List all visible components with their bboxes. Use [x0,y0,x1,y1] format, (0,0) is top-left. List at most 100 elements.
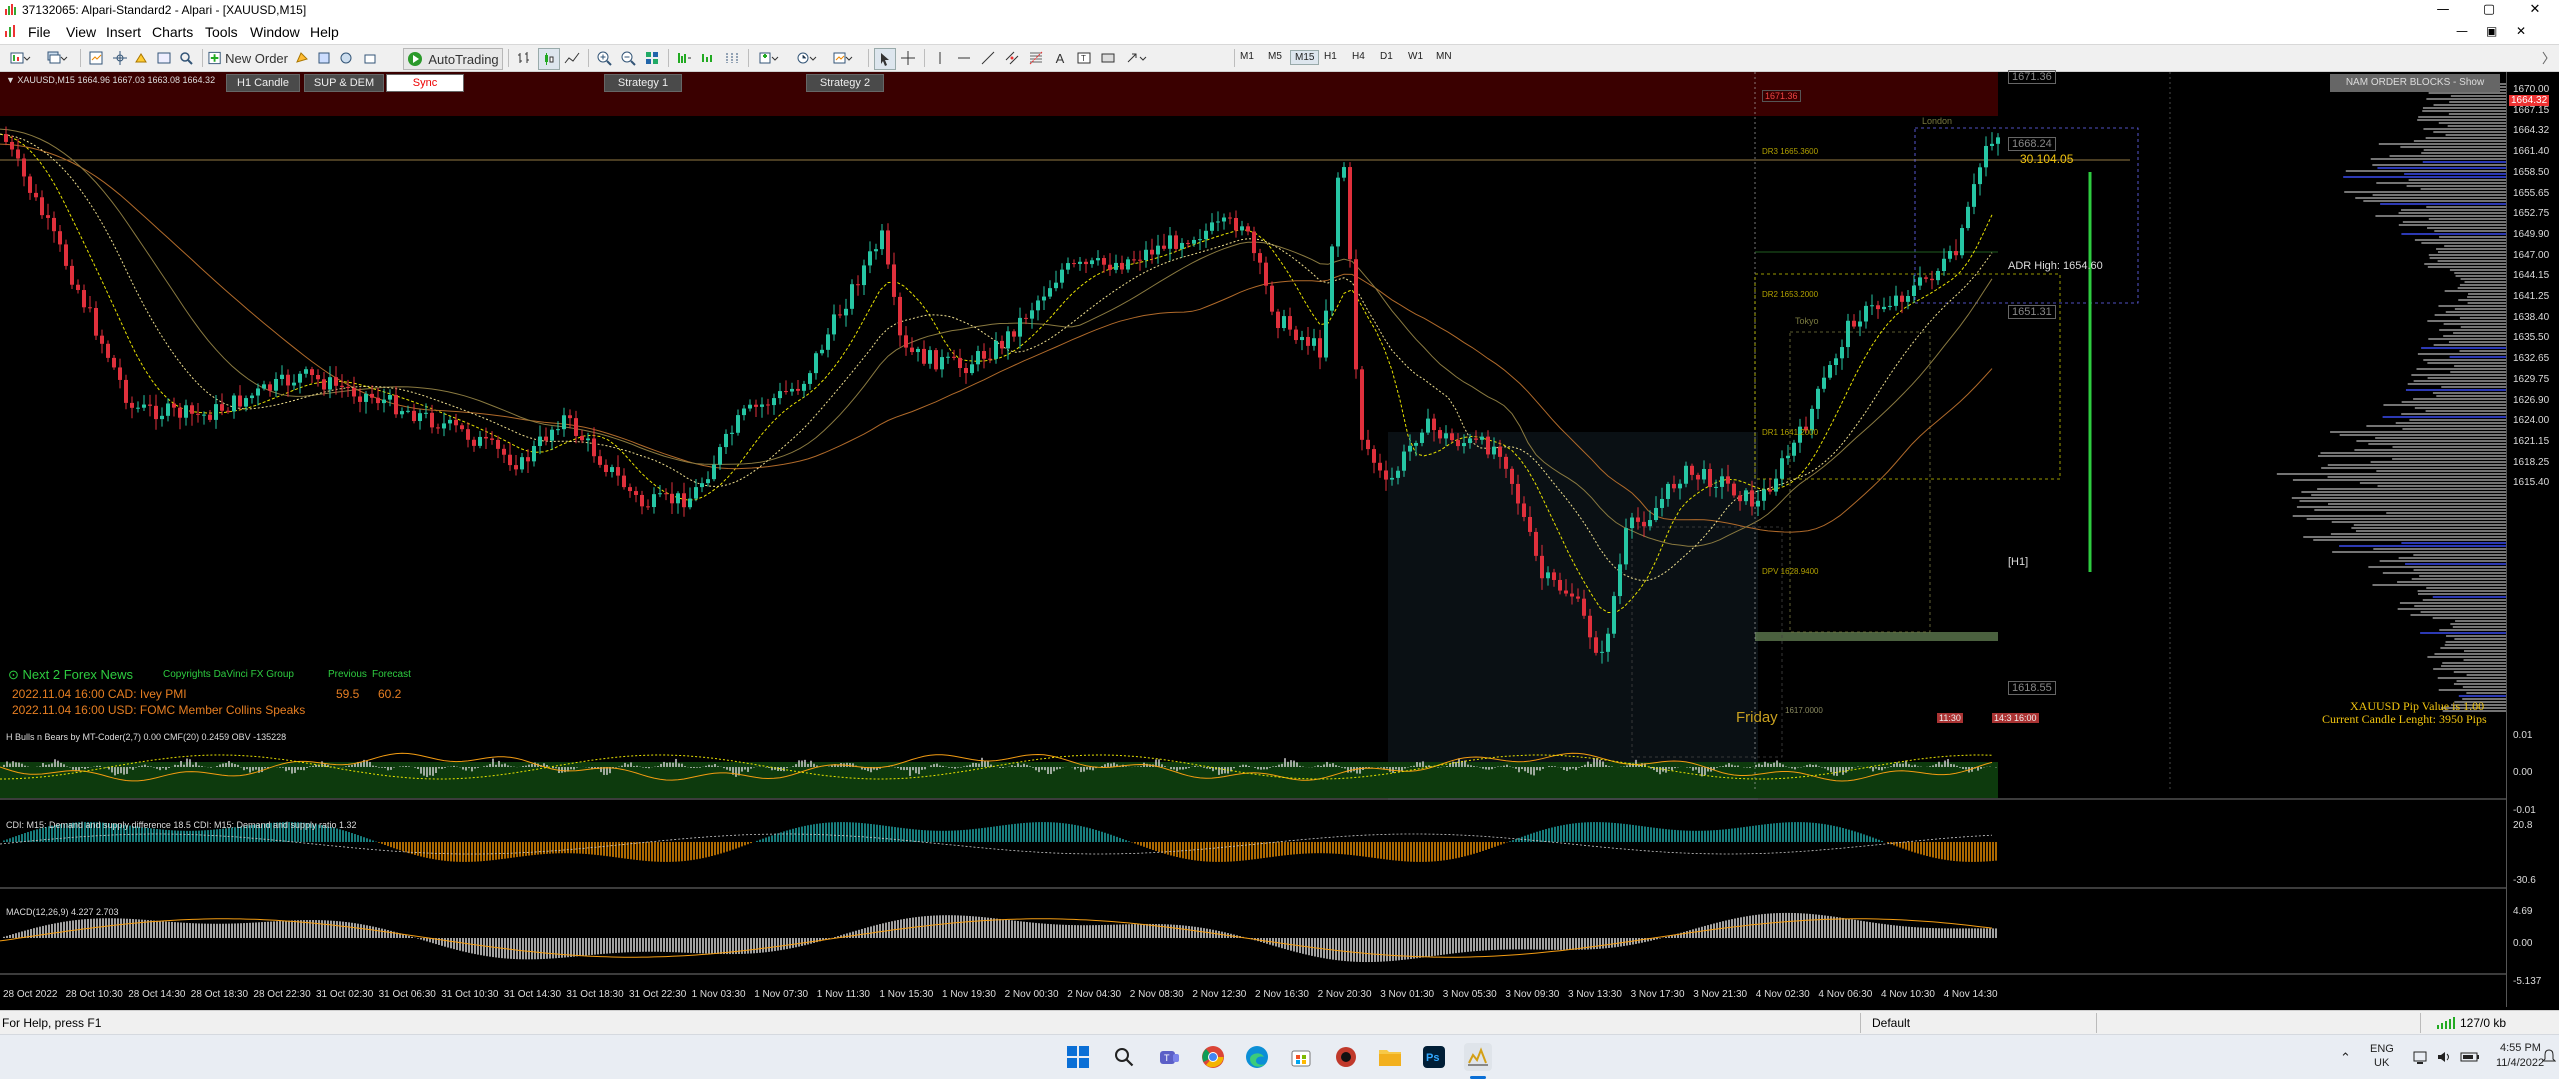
line-chart-icon[interactable] [562,48,582,68]
minimize-button[interactable]: — [2420,0,2466,20]
sup-dem-button[interactable]: SUP & DEM [304,74,384,92]
candle-body [178,407,182,418]
candle-body [778,391,782,399]
terminal-icon[interactable] [154,48,174,68]
object-list-icon[interactable] [1098,48,1118,68]
time-tick-label: 2 Nov 20:30 [1317,989,1372,1000]
volume-icon[interactable] [2436,1049,2452,1065]
text-label-icon[interactable]: T [1074,48,1094,68]
sync-button[interactable]: Sync [386,74,464,92]
candle-body [736,415,740,433]
profiles-icon[interactable] [42,48,72,68]
market-watch-icon[interactable] [86,48,106,68]
candle-body [1912,285,1916,296]
bar-chart-icon[interactable] [514,48,534,68]
photoshop-icon[interactable]: Ps [1420,1043,1448,1071]
app-icon[interactable] [1332,1043,1360,1071]
h1-candle-button[interactable]: H1 Candle [226,74,300,92]
navigator-icon[interactable] [132,48,152,68]
language-indicator[interactable]: ENG [2370,1043,2394,1055]
strategy-tester-icon[interactable] [176,48,196,68]
maximize-button[interactable]: ▢ [2466,0,2512,20]
candle-body [850,284,854,309]
horizontal-line-icon[interactable] [954,48,974,68]
candle-body [1996,137,2000,144]
strategy-2-button[interactable]: Strategy 2 [806,74,884,92]
candle-body [358,396,362,402]
arrows-dropdown-icon[interactable] [1122,48,1152,68]
timeframe-h4[interactable]: H4 [1348,50,1369,63]
close-window-button[interactable]: ✕ [2512,0,2558,20]
explorer-icon[interactable] [1376,1043,1404,1071]
timeframe-m1[interactable]: M1 [1236,50,1258,63]
fibonacci-icon[interactable] [1026,48,1046,68]
candlestick-chart-icon[interactable] [538,48,560,70]
menu-insert[interactable]: Insert [106,24,141,40]
equidistant-channel-icon[interactable] [1002,48,1022,68]
data-window-icon[interactable] [110,48,130,68]
options-icon[interactable] [314,48,334,68]
chevron-up-icon[interactable]: ⌃ [2340,1051,2351,1066]
autoscroll-icon[interactable] [698,48,718,68]
timeframe-w1[interactable]: W1 [1404,50,1427,63]
menu-charts[interactable]: Charts [152,24,193,40]
menu-tools[interactable]: Tools [205,24,238,40]
price-chart[interactable] [0,72,2506,1007]
chrome-icon[interactable] [1199,1043,1227,1071]
mdi-restore-button[interactable]: ▣ [2486,24,2497,38]
zoom-out-icon[interactable] [618,48,638,68]
new-order-button[interactable]: New Order [208,48,288,68]
news-col-previous: Previous [328,669,367,680]
timeframe-d1[interactable]: D1 [1376,50,1397,63]
metaeditor-icon[interactable] [292,48,312,68]
market-icon[interactable] [360,48,380,68]
timeframe-m15[interactable]: M15 [1290,50,1320,65]
candle-body [460,425,464,430]
strategy-1-button[interactable]: Strategy 1 [604,74,682,92]
chart-area[interactable]: ▼ XAUUSD,M15 1664.96 1667.03 1663.08 166… [0,70,2535,1007]
vertical-line-icon[interactable] [930,48,950,68]
edge-icon[interactable] [1243,1043,1271,1071]
timeframe-h1[interactable]: H1 [1320,50,1341,63]
signals-icon[interactable] [336,48,356,68]
search-icon[interactable] [1110,1043,1138,1071]
candle-body [1018,317,1022,337]
mdi-close-button[interactable]: ✕ [2516,24,2526,38]
indicators-list-icon[interactable] [754,48,784,68]
text-icon[interactable]: A [1050,48,1070,68]
menu-help[interactable]: Help [310,24,339,40]
candle-body [1774,478,1778,492]
time-tick-label: 28 Oct 22:30 [253,989,311,1000]
periodicity-icon[interactable] [792,48,822,68]
period-separators-icon[interactable] [722,48,742,68]
ind1-axis-label: 0.00 [2513,767,2533,778]
menu-window[interactable]: Window [250,24,300,40]
mdi-minimize-button[interactable]: — [2456,24,2468,38]
zoom-in-icon[interactable] [594,48,614,68]
nam-order-blocks-button[interactable]: NAM ORDER BLOCKS - Show [2330,74,2500,92]
store-icon[interactable] [1287,1043,1315,1071]
tile-windows-icon[interactable] [642,48,662,68]
notification-icon[interactable] [2542,1049,2556,1065]
network-icon[interactable] [2412,1049,2428,1065]
new-chart-icon[interactable] [6,48,36,68]
teams-icon[interactable]: T [1155,1043,1183,1071]
windows-start-icon[interactable] [1064,1043,1092,1071]
price-axis[interactable]: 1670.00 1667.15 1664.32 1661.40 1658.50 1655.… [2506,72,2559,1007]
crosshair-icon[interactable] [898,48,918,68]
autotrading-button[interactable]: AutoTrading [403,48,503,70]
candle-body [652,494,656,508]
trendline-icon[interactable] [978,48,998,68]
menu-file[interactable]: File [28,24,51,40]
timeframe-mn[interactable]: MN [1432,50,1456,63]
cursor-icon[interactable] [874,48,896,70]
chart-shift-icon[interactable] [674,48,694,68]
candle-body [1852,320,1856,327]
menu-view[interactable]: View [66,24,96,40]
region-indicator[interactable]: UK [2374,1057,2389,1069]
battery-icon[interactable] [2460,1049,2480,1065]
templates-icon[interactable] [828,48,858,68]
metatrader-icon[interactable] [1464,1043,1492,1071]
candle-body [964,368,968,374]
timeframe-m5[interactable]: M5 [1264,50,1286,63]
